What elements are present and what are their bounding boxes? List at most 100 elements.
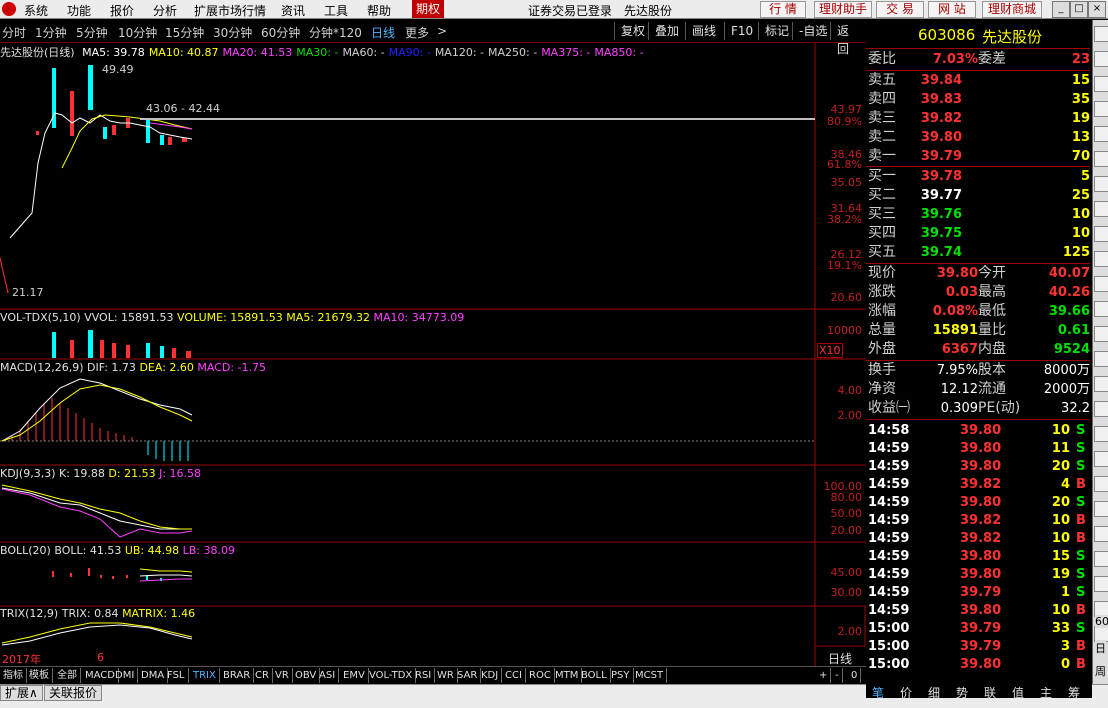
candle-icon[interactable] bbox=[1094, 151, 1108, 167]
related-quote-tab[interactable]: 关联报价 bbox=[44, 685, 103, 701]
quote-tab[interactable]: 值 bbox=[1012, 684, 1024, 701]
indicator-tab-rsi[interactable]: RSI bbox=[412, 668, 436, 683]
page-icon[interactable] bbox=[1094, 26, 1108, 42]
quote-tab[interactable]: 主 bbox=[1040, 684, 1052, 701]
chart3-icon[interactable] bbox=[1094, 526, 1108, 542]
close-icon[interactable]: × bbox=[1088, 1, 1106, 18]
f2-icon[interactable] bbox=[1094, 276, 1108, 292]
menu-news[interactable]: 资讯 bbox=[281, 2, 305, 19]
ask-row[interactable]: 卖一 39.79 70 bbox=[866, 147, 1090, 166]
indicator-tab-模板[interactable]: 模板 bbox=[26, 668, 53, 683]
trade-button[interactable]: 交 易 bbox=[876, 1, 924, 18]
zoom-control[interactable]: - bbox=[832, 668, 843, 683]
minimize-icon[interactable]: _ bbox=[1052, 1, 1070, 18]
chart2-icon[interactable] bbox=[1094, 176, 1108, 192]
f10-button[interactable]: F10 bbox=[724, 22, 759, 40]
overlay-button[interactable]: 叠加 bbox=[648, 22, 685, 40]
m-icon[interactable] bbox=[1094, 551, 1108, 567]
ask-row[interactable]: 卖四 39.83 35 bbox=[866, 90, 1090, 109]
menu-system[interactable]: 系统 bbox=[24, 2, 48, 19]
ask-row[interactable]: 卖三 39.82 19 bbox=[866, 109, 1090, 128]
period-1min[interactable]: 1分钟 bbox=[35, 24, 67, 41]
bid-row[interactable]: 买四 39.75 10 bbox=[866, 224, 1090, 243]
ring-icon[interactable] bbox=[1094, 326, 1108, 342]
screen-icon[interactable] bbox=[1094, 476, 1108, 492]
sidebar-period-week[interactable]: 周 bbox=[1095, 663, 1106, 679]
self-icon[interactable] bbox=[1094, 251, 1108, 267]
quote-tab[interactable]: 细 bbox=[928, 684, 940, 701]
market-button[interactable]: 行 情 bbox=[760, 1, 806, 18]
period-10min[interactable]: 10分钟 bbox=[118, 24, 157, 41]
finance-assistant-button[interactable]: 理财助手 bbox=[814, 1, 872, 18]
indicator-tab-roc[interactable]: ROC bbox=[526, 668, 555, 683]
indicator-tab-mcst[interactable]: MCST bbox=[632, 668, 668, 683]
quote-tab[interactable]: 联 bbox=[984, 684, 996, 701]
period-60min[interactable]: 60分钟 bbox=[261, 24, 300, 41]
indicator-tab-cr[interactable]: CR bbox=[252, 668, 273, 683]
draw-line-button[interactable]: 画线 bbox=[685, 22, 722, 40]
remove-watchlist-button[interactable]: -自选 bbox=[792, 22, 833, 40]
table-icon[interactable] bbox=[1094, 101, 1108, 117]
ask-row[interactable]: 卖二 39.80 13 bbox=[866, 128, 1090, 147]
period-timeshare[interactable]: 分时 bbox=[2, 24, 26, 41]
period-5min[interactable]: 5分钟 bbox=[76, 24, 108, 41]
period-120min[interactable]: 分钟*120 bbox=[309, 24, 362, 41]
quote-tab[interactable]: 筹 bbox=[1068, 684, 1080, 701]
quote-tab[interactable]: 笔 bbox=[872, 684, 884, 701]
cap-icon[interactable] bbox=[1094, 226, 1108, 242]
menu-options[interactable]: 期权 bbox=[412, 0, 445, 18]
chart-area[interactable] bbox=[0, 43, 866, 666]
f5-icon[interactable] bbox=[1094, 451, 1108, 467]
indicator-tab-asi[interactable]: ASI bbox=[316, 668, 340, 683]
period-more[interactable]: 更多 bbox=[405, 24, 429, 41]
quote-tab[interactable]: 价 bbox=[900, 684, 912, 701]
indicator-tab-vr[interactable]: VR bbox=[272, 668, 293, 683]
menu-function[interactable]: 功能 bbox=[67, 2, 91, 19]
indicator-tab-fsl[interactable]: FSL bbox=[164, 668, 189, 683]
menu-tools[interactable]: 工具 bbox=[324, 2, 348, 19]
quote-tab[interactable]: 势 bbox=[956, 684, 968, 701]
restore-icon[interactable]: □ bbox=[1070, 1, 1088, 18]
mark-button[interactable]: 标记 bbox=[758, 22, 795, 40]
indicator-tab-brar[interactable]: BRAR bbox=[220, 668, 255, 683]
indicator-tab-boll[interactable]: BOLL bbox=[578, 668, 611, 683]
grid-icon[interactable] bbox=[1094, 51, 1108, 67]
back-button[interactable]: 返回 bbox=[830, 22, 866, 56]
day-icon[interactable] bbox=[1094, 576, 1108, 592]
bars-icon[interactable] bbox=[1094, 76, 1108, 92]
indicator-tab-kdj[interactable]: KDJ bbox=[478, 668, 503, 683]
coin-icon[interactable] bbox=[1094, 376, 1108, 392]
indicator-tab-全部[interactable]: 全部 bbox=[54, 668, 81, 683]
indicator-tab-vol-tdx[interactable]: VOL-TDX bbox=[366, 668, 417, 683]
indicator-tab-dmi[interactable]: DMI bbox=[112, 668, 139, 683]
doc-icon[interactable] bbox=[1094, 301, 1108, 317]
indicator-tab-emv[interactable]: EMV bbox=[340, 668, 369, 683]
ask-row[interactable]: 卖五 39.84 15 bbox=[866, 71, 1090, 90]
finance-mall-button[interactable]: 理财商城 bbox=[982, 1, 1042, 18]
indicator-tab-psy[interactable]: PSY bbox=[608, 668, 634, 683]
period-30min[interactable]: 30分钟 bbox=[213, 24, 252, 41]
cross-icon[interactable] bbox=[1094, 426, 1108, 442]
sidebar-period-s60[interactable]: 60 bbox=[1095, 615, 1108, 628]
menu-help[interactable]: 帮助 bbox=[367, 2, 391, 19]
zoom-control[interactable]: + bbox=[816, 668, 832, 683]
bid-row[interactable]: 买二 39.77 25 bbox=[866, 186, 1090, 205]
line-chart-icon[interactable] bbox=[1094, 126, 1108, 142]
indicator-tab-cci[interactable]: CCI bbox=[502, 668, 526, 683]
menu-ext-market[interactable]: 扩展市场行情 bbox=[194, 2, 266, 19]
sidebar-period-day[interactable]: 日 bbox=[1095, 640, 1106, 656]
f10-icon[interactable] bbox=[1094, 201, 1108, 217]
bid-row[interactable]: 买三 39.76 10 bbox=[866, 205, 1090, 224]
extend-toggle[interactable]: 扩展∧ bbox=[0, 685, 43, 701]
website-button[interactable]: 网 站 bbox=[928, 1, 976, 18]
zoom-control[interactable]: 0 bbox=[848, 668, 862, 683]
gauge-icon[interactable] bbox=[1094, 501, 1108, 517]
menu-quote[interactable]: 报价 bbox=[110, 2, 134, 19]
bid-row[interactable]: 买五 39.74 125 bbox=[866, 243, 1090, 262]
adjust-button[interactable]: 复权 bbox=[614, 22, 651, 40]
indicator-tab-指标[interactable]: 指标 bbox=[0, 668, 27, 683]
indicator-tab-trix[interactable]: TRIX bbox=[190, 668, 220, 683]
more-arrow-icon[interactable]: > bbox=[437, 24, 447, 38]
period-15min[interactable]: 15分钟 bbox=[165, 24, 204, 41]
bid-row[interactable]: 买一 39.78 5 bbox=[866, 167, 1090, 186]
